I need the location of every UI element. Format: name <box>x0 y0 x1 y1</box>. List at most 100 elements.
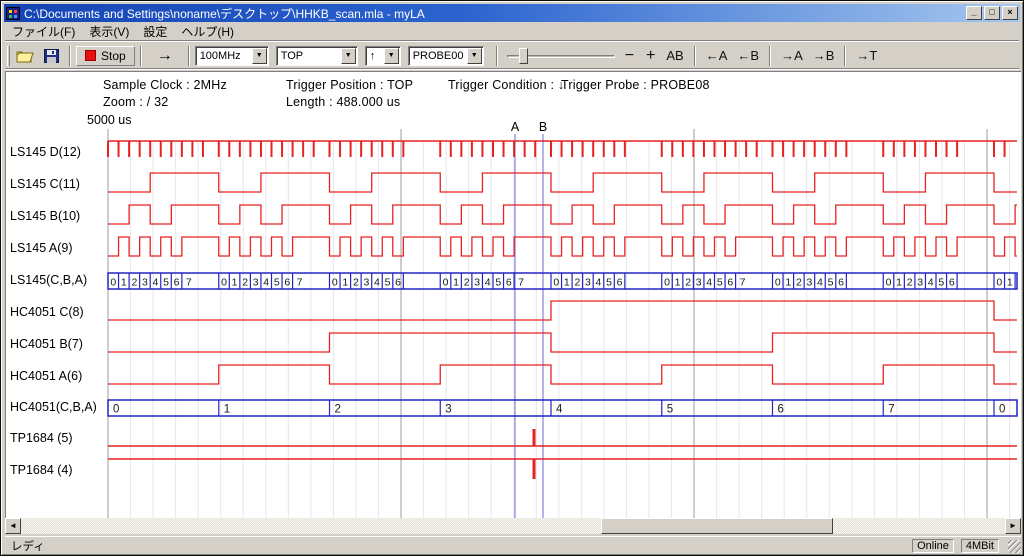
svg-text:2: 2 <box>574 277 580 289</box>
channel-label-7: HC4051 A(6) <box>10 369 82 383</box>
waveform-channel-9 <box>108 429 1017 446</box>
channel-label-8: HC4051(C,B,A) <box>10 400 97 414</box>
svg-text:3: 3 <box>253 277 259 289</box>
svg-text:7: 7 <box>297 277 303 289</box>
svg-text:0: 0 <box>775 277 781 289</box>
svg-text:5: 5 <box>495 277 501 289</box>
app-window: C:\Documents and Settings\noname\デスクトップ\… <box>0 0 1024 556</box>
svg-text:7: 7 <box>186 277 192 289</box>
svg-text:5: 5 <box>274 277 280 289</box>
svg-text:4: 4 <box>706 277 712 289</box>
svg-text:3: 3 <box>445 404 451 416</box>
svg-text:4: 4 <box>817 277 823 289</box>
svg-text:1: 1 <box>785 277 791 289</box>
svg-text:4: 4 <box>263 277 269 289</box>
channel-label-0: LS145 D(12) <box>10 145 81 159</box>
svg-text:4: 4 <box>556 404 563 416</box>
waveform-channel-2 <box>108 205 1017 224</box>
svg-text:4: 4 <box>596 277 602 289</box>
svg-text:4: 4 <box>928 277 934 289</box>
channel-label-10: TP1684 (4) <box>10 463 73 477</box>
svg-text:6: 6 <box>949 277 955 289</box>
scrollbar-thumb[interactable] <box>601 518 833 534</box>
svg-text:2: 2 <box>242 277 248 289</box>
svg-text:1: 1 <box>342 277 348 289</box>
svg-text:7: 7 <box>518 277 524 289</box>
svg-text:3: 3 <box>696 277 702 289</box>
svg-text:3: 3 <box>585 277 591 289</box>
svg-text:6: 6 <box>395 277 401 289</box>
svg-text:0: 0 <box>996 277 1002 289</box>
svg-text:0: 0 <box>553 277 559 289</box>
channel-label-2: LS145 B(10) <box>10 209 80 223</box>
svg-text:0: 0 <box>221 277 227 289</box>
svg-text:5: 5 <box>828 277 834 289</box>
svg-text:4: 4 <box>374 277 380 289</box>
svg-text:3: 3 <box>474 277 480 289</box>
svg-text:6: 6 <box>174 277 180 289</box>
svg-text:0: 0 <box>113 404 119 416</box>
channel-label-4: LS145(C,B,A) <box>10 273 87 287</box>
svg-text:6: 6 <box>778 404 784 416</box>
svg-text:6: 6 <box>838 277 844 289</box>
svg-text:0: 0 <box>443 277 449 289</box>
svg-text:5: 5 <box>667 404 673 416</box>
svg-text:2: 2 <box>464 277 470 289</box>
memory-status-badge: 4MBit <box>961 539 999 553</box>
svg-text:0: 0 <box>999 404 1005 416</box>
waveform-channel-5 <box>108 301 1017 320</box>
waveform-channel-0 <box>108 141 1017 157</box>
scroll-left-button[interactable]: ◄ <box>5 518 21 534</box>
scroll-right-button[interactable]: ► <box>1005 518 1021 534</box>
svg-text:2: 2 <box>907 277 913 289</box>
svg-text:3: 3 <box>142 277 148 289</box>
svg-text:0: 0 <box>110 277 116 289</box>
svg-text:5: 5 <box>938 277 944 289</box>
svg-text:7: 7 <box>740 277 746 289</box>
svg-text:1: 1 <box>896 277 902 289</box>
waveform-channel-10 <box>108 459 1017 479</box>
horizontal-scrollbar[interactable]: ◄ ► <box>5 518 1021 534</box>
svg-text:4: 4 <box>153 277 159 289</box>
svg-text:1: 1 <box>1007 277 1013 289</box>
status-bar: レディ Online 4MBit <box>5 536 1021 554</box>
svg-text:0: 0 <box>886 277 892 289</box>
svg-text:5: 5 <box>717 277 723 289</box>
svg-text:2: 2 <box>335 404 341 416</box>
svg-text:3: 3 <box>917 277 923 289</box>
channel-label-3: LS145 A(9) <box>10 241 73 255</box>
channel-label-6: HC4051 B(7) <box>10 337 83 351</box>
svg-text:1: 1 <box>453 277 459 289</box>
svg-text:4: 4 <box>485 277 491 289</box>
channel-label-9: TP1684 (5) <box>10 431 73 445</box>
waveform-channel-6 <box>108 333 1017 352</box>
svg-text:3: 3 <box>807 277 813 289</box>
svg-text:2: 2 <box>796 277 802 289</box>
svg-text:5: 5 <box>385 277 391 289</box>
waveform-channel-8: 0 1 2 3 4 5 6 7 0 <box>108 400 1017 416</box>
waveform-channel-4: 0123456701234567012345601234567012345601… <box>108 273 1017 289</box>
waveform-channel-1 <box>108 173 1017 192</box>
svg-text:6: 6 <box>506 277 512 289</box>
svg-text:0: 0 <box>664 277 670 289</box>
channel-label-5: HC4051 C(8) <box>10 305 84 319</box>
online-status-badge: Online <box>912 539 954 553</box>
svg-text:2: 2 <box>685 277 691 289</box>
resize-grip[interactable] <box>1006 538 1021 554</box>
svg-text:5: 5 <box>163 277 169 289</box>
svg-text:0: 0 <box>332 277 338 289</box>
svg-text:1: 1 <box>564 277 570 289</box>
svg-text:3: 3 <box>364 277 370 289</box>
channel-label-1: LS145 C(11) <box>10 177 80 191</box>
waveform-plot: 0123456701234567012345601234567012345601… <box>1 1 1024 556</box>
waveform-channel-3 <box>108 237 1017 256</box>
svg-text:1: 1 <box>232 277 238 289</box>
svg-text:6: 6 <box>727 277 733 289</box>
cursor-lines[interactable] <box>515 134 543 518</box>
svg-text:1: 1 <box>121 277 127 289</box>
svg-text:1: 1 <box>224 404 230 416</box>
svg-text:1: 1 <box>675 277 681 289</box>
svg-text:2: 2 <box>131 277 137 289</box>
svg-text:7: 7 <box>888 404 894 416</box>
svg-text:5: 5 <box>606 277 612 289</box>
